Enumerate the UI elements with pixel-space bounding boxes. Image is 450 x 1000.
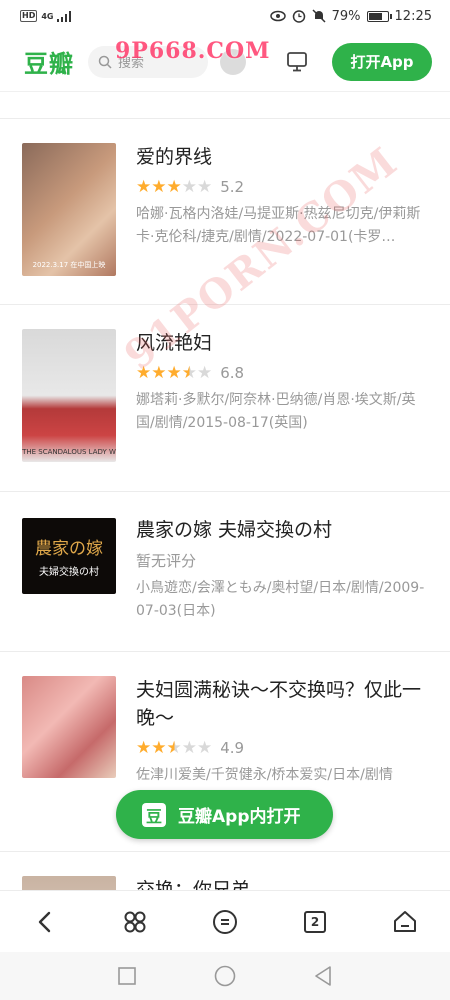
rating: ★★★★★ 5.2 [136, 177, 430, 197]
movie-title[interactable]: 爱的界线 [136, 143, 430, 171]
search-icon [98, 55, 112, 69]
movie-poster[interactable]: 農家の嫁 夫婦交換の村 [22, 518, 116, 594]
douban-app-icon: 豆 [142, 802, 166, 827]
movie-list: 2022.3.17 在中国上映 爱的界线 ★★★★★ 5.2 哈娜·瓦格内洛娃/… [0, 118, 450, 1000]
no-rating-label: 暂无评分 [136, 552, 197, 570]
poster-caption: THE SCANDALOUS LADY W [22, 448, 116, 456]
rating: ★★★★★ 6.8 [136, 363, 430, 383]
system-nav-bar [0, 952, 450, 1000]
eye-icon [269, 10, 286, 22]
open-app-button[interactable]: 打开App [332, 42, 432, 81]
home-button[interactable] [385, 902, 425, 942]
home-icon [394, 910, 416, 932]
network-label: 4G [41, 11, 54, 21]
tabs-button[interactable]: 2 [295, 902, 335, 942]
movie-meta: 佐津川爱美/千贺健永/桥本爱实/日本/剧情 [136, 767, 393, 783]
list-circle-icon [213, 909, 237, 934]
movie-title[interactable]: 農家の嫁 夫婦交換の村 [136, 516, 430, 544]
browser-toolbar: 2 [0, 890, 450, 952]
signal-icon [57, 10, 72, 22]
mute-bell-icon [312, 9, 326, 23]
back-button[interactable] [25, 902, 65, 942]
hd-badge: HD [20, 10, 38, 22]
rating: ★★★★★ 4.9 [136, 738, 430, 758]
douban-logo[interactable]: 豆瓣 [24, 44, 74, 79]
movie-meta: 哈娜·瓦格内洛娃/马提亚斯·热兹尼切克/伊莉斯卡·克伦科/捷克/剧情/2022-… [136, 206, 421, 245]
movie-title[interactable]: 风流艳妇 [136, 329, 430, 357]
alarm-icon [292, 10, 305, 23]
header: 豆瓣 搜索 打开App [0, 32, 450, 92]
open-in-app-button[interactable]: 豆 豆瓣App内打开 [116, 790, 333, 839]
rating-score: 6.8 [220, 364, 245, 382]
reader-button[interactable] [205, 902, 245, 942]
clock: 12:25 [394, 8, 432, 24]
movie-meta: 小鳥遊恋/会澤ともみ/奥村望/日本/剧情/2009-07-03(日本) [136, 580, 425, 619]
search-input[interactable]: 搜索 [88, 45, 208, 78]
monitor-icon[interactable] [284, 49, 310, 75]
home-circle-icon[interactable] [214, 965, 236, 987]
tab-count-icon: 2 [304, 910, 326, 933]
battery-icon [366, 10, 392, 22]
clover-menu-icon [124, 911, 146, 932]
recents-square-icon[interactable] [118, 967, 136, 985]
rating-score: 5.2 [220, 178, 245, 196]
poster-caption: 2022.3.17 在中国上映 [32, 261, 106, 269]
list-item[interactable]: THE SCANDALOUS LADY W 风流艳妇 ★★★★★ 6.8 娜塔莉… [0, 305, 450, 492]
battery-level [368, 12, 382, 20]
open-in-app-label: 豆瓣App内打开 [178, 807, 301, 827]
movie-info: 農家の嫁 夫婦交換の村 暂无评分 小鳥遊恋/会澤ともみ/奥村望/日本/剧情/20… [136, 516, 430, 651]
battery-percent: 79% [331, 8, 361, 24]
star-rating-icon: ★★★★★ [136, 363, 213, 383]
user-avatar-icon[interactable] [220, 48, 246, 75]
movie-info: 爱的界线 ★★★★★ 5.2 哈娜·瓦格内洛娃/马提亚斯·热兹尼切克/伊莉斯卡·… [136, 143, 430, 304]
list-item[interactable]: 農家の嫁 夫婦交換の村 農家の嫁 夫婦交換の村 暂无评分 小鳥遊恋/会澤ともみ/… [0, 492, 450, 652]
movie-title[interactable]: 夫妇圆满秘诀～不交换吗？仅此一晚～ [136, 676, 430, 732]
movie-poster[interactable] [22, 676, 116, 778]
poster-title: 農家の嫁 [35, 539, 103, 559]
movie-info: 风流艳妇 ★★★★★ 6.8 娜塔莉·多默尔/阿奈林·巴纳德/肖恩·埃文斯/英国… [136, 329, 430, 491]
poster-subtitle: 夫婦交換の村 [39, 567, 99, 578]
star-rating-icon: ★★★★★ [136, 738, 213, 758]
back-triangle-icon[interactable] [314, 966, 332, 986]
movie-poster[interactable]: THE SCANDALOUS LADY W [22, 329, 116, 462]
status-left: HD 4G [20, 10, 72, 22]
star-rating-icon: ★★★★★ [136, 177, 213, 197]
status-bar: HD 4G 79% 12:25 [0, 0, 450, 32]
menu-button[interactable] [115, 902, 155, 942]
movie-meta: 娜塔莉·多默尔/阿奈林·巴纳德/肖恩·埃文斯/英国/剧情/2015-08-17(… [136, 392, 416, 431]
search-placeholder: 搜索 [118, 56, 145, 71]
movie-poster[interactable]: 2022.3.17 在中国上映 [22, 143, 116, 276]
list-item[interactable]: 2022.3.17 在中国上映 爱的界线 ★★★★★ 5.2 哈娜·瓦格内洛娃/… [0, 119, 450, 305]
chevron-left-icon [38, 911, 51, 932]
rating-score: 4.9 [220, 739, 245, 757]
status-right: 79% 12:25 [269, 8, 432, 24]
